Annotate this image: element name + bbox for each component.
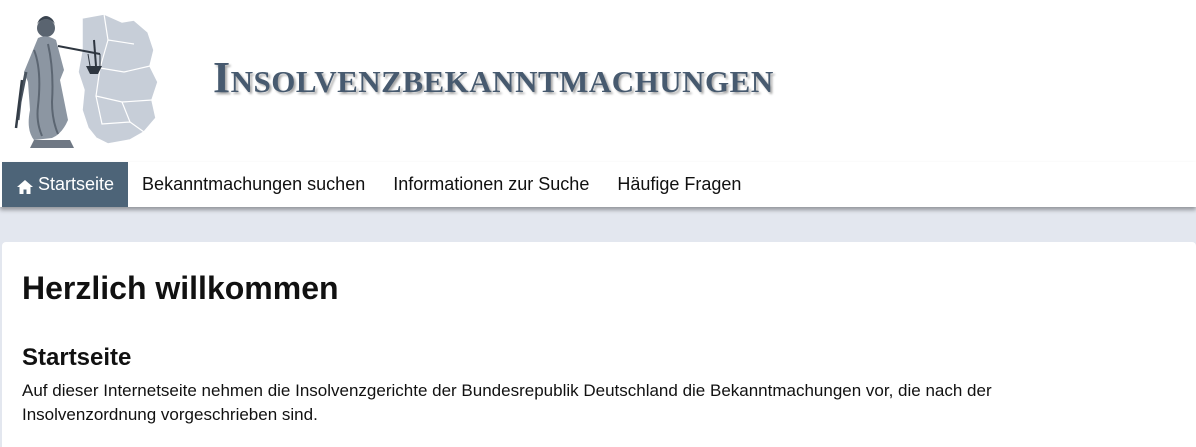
nav-item-label: Startseite [38,174,115,194]
nav-item-label: Häufige Fragen [617,174,742,194]
justitia-logo-icon[interactable] [12,10,162,150]
section-title: Startseite [22,343,132,371]
nav-item-label: Bekanntmachungen suchen [142,174,366,194]
home-icon [17,178,33,194]
nav-item-informationen-zur-suche[interactable]: Informationen zur Suche [379,162,603,207]
site-title: Insolvenzbekanntmachungen [213,53,774,102]
nav-item-haeufige-fragen[interactable]: Häufige Fragen [603,162,755,207]
site-header: Insolvenzbekanntmachungen [0,0,1196,160]
intro-text: Auf dieser Internetseite nehmen die Inso… [22,381,992,425]
nav-item-startseite[interactable]: Startseite [2,162,129,207]
main-navigation: Startseite Bekanntmachungen suchen Infor… [0,162,1196,207]
main-content: Herzlich willkommen Startseite Auf diese… [2,242,1196,447]
page-title: Herzlich willkommen [22,270,339,306]
nav-item-bekanntmachungen-suchen[interactable]: Bekanntmachungen suchen [128,162,379,207]
nav-item-label: Informationen zur Suche [393,174,590,194]
